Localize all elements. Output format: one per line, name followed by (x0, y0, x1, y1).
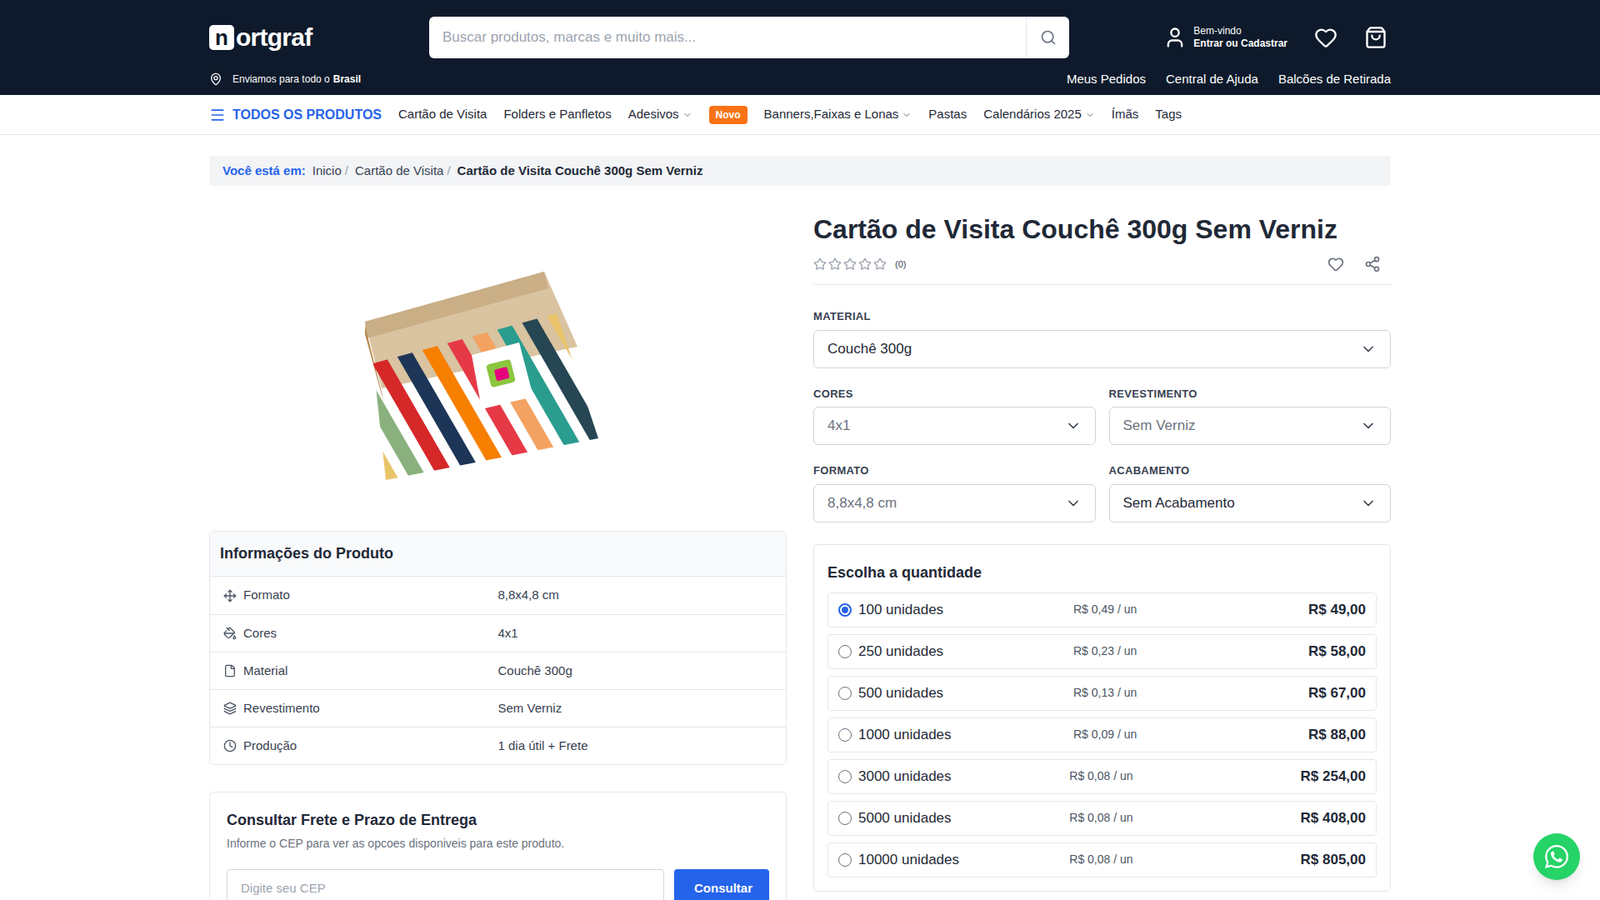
product-gallery (209, 212, 787, 531)
star-icon (813, 257, 827, 271)
breadcrumb-item: Cartão de Visita Couchê 300g Sem Verniz (457, 161, 704, 181)
quantity-option[interactable]: 10000 unidadesR$ 0,08 / unR$ 805,00 (827, 842, 1377, 878)
radio[interactable] (838, 728, 852, 742)
share-icon[interactable] (1364, 255, 1381, 273)
nav-item[interactable]: Banners,Faixas e Lonas (764, 105, 913, 125)
consult-button[interactable]: Consultar (674, 869, 770, 900)
chevron-down-icon (1065, 417, 1082, 435)
menu-icon (209, 106, 226, 124)
nav-item[interactable]: Cartão de Visita (398, 105, 487, 125)
format-icon (223, 589, 237, 603)
shipping-card: Consultar Frete e Prazo de EntregaInform… (209, 791, 787, 900)
radio[interactable] (838, 770, 852, 784)
page: nortgrafBuscar produtos, marcas e muito … (0, 0, 1600, 900)
product-option: FORMATO 8,8x4,8 cm (813, 462, 1096, 523)
chevron-down-icon (1360, 495, 1377, 512)
chevron-down-icon (901, 110, 912, 120)
shipping-info: Enviamos para todo oBrasil (209, 71, 361, 87)
radio[interactable] (838, 603, 852, 617)
quantity-option[interactable]: 250 unidadesR$ 0,23 / unR$ 58,00 (827, 634, 1377, 670)
option-label: REVESTIMENTO (1109, 385, 1392, 403)
breadcrumb: Você está em:Inicio/Cartão de Visita/Car… (209, 155, 1391, 186)
nav-item[interactable]: Folders e Panfletos (503, 105, 611, 125)
star-icon (843, 257, 857, 271)
material-option: MATERIAL Couchê 300g (813, 308, 1391, 369)
radio[interactable] (838, 811, 852, 825)
option-label: CORES (813, 385, 1096, 403)
info-row: Formato8,8x4,8 cm (210, 576, 786, 615)
production-icon (223, 739, 237, 753)
nav-item[interactable]: Tags (1155, 105, 1182, 125)
option-select[interactable]: Couchê 300g (813, 330, 1391, 369)
product-option: REVESTIMENTO Sem Verniz (1109, 385, 1392, 446)
radio[interactable] (838, 686, 852, 700)
whatsapp-button[interactable] (1533, 833, 1580, 880)
radio[interactable] (838, 645, 852, 659)
whatsapp-icon (1543, 843, 1570, 870)
star-icon (873, 257, 887, 271)
cart-icon[interactable] (1364, 25, 1388, 50)
option-label: ACABAMENTO (1109, 462, 1392, 480)
account[interactable]: Bem-vindoEntrar ou Cadastrar (1163, 25, 1288, 50)
logo[interactable]: nortgraf (209, 25, 430, 50)
radio[interactable] (838, 853, 852, 867)
breadcrumb-item[interactable]: Cartão de Visita/ (355, 161, 451, 181)
nav-item[interactable]: Calendários 2025 (983, 105, 1095, 125)
option-select[interactable]: Sem Acabamento (1109, 484, 1392, 523)
star-icon (858, 257, 872, 271)
info-row: Cores4x1 (210, 614, 786, 652)
user-icon (1163, 25, 1187, 50)
quantity-option[interactable]: 5000 unidadesR$ 0,08 / unR$ 408,00 (827, 800, 1377, 836)
product-image (348, 263, 649, 480)
quantity-option[interactable]: 500 unidadesR$ 0,13 / unR$ 67,00 (827, 675, 1377, 711)
info-card: Informações do Produto Formato8,8x4,8 cmC… (209, 530, 787, 765)
header-link[interactable]: Meus Pedidos (1066, 70, 1146, 90)
search-bar[interactable]: Buscar produtos, marcas e muito mais... (429, 16, 1070, 59)
product-option: CORES 4x1 (813, 385, 1096, 446)
info-title: Informações do Produto (220, 542, 394, 565)
colors-icon (223, 626, 237, 640)
nav-item[interactable]: Adesivos (628, 105, 693, 125)
option-label: FORMATO (813, 462, 1096, 480)
quantity-option[interactable]: 3000 unidadesR$ 0,08 / unR$ 254,00 (827, 759, 1377, 795)
header-link[interactable]: Central de Ajuda (1165, 70, 1259, 90)
quantity-option[interactable]: 100 unidadesR$ 0,49 / unR$ 49,00 (827, 592, 1377, 628)
quantity-title: Escolha a quantidade (827, 561, 1377, 585)
rating: (0) (813, 257, 906, 272)
chevron-down-icon (1065, 495, 1082, 512)
quantity-card: Escolha a quantidade 100 unidadesR$ 0,49 … (813, 544, 1391, 892)
option-select[interactable]: 4x1 (813, 406, 1096, 445)
header-link[interactable]: Balcões de Retirada (1278, 70, 1391, 90)
product-option: ACABAMENTO Sem Acabamento (1109, 462, 1392, 523)
star-icon (828, 257, 842, 271)
product-title: Cartão de Visita Couchê 300g Sem Verniz (813, 212, 1391, 246)
option-select[interactable]: 8,8x4,8 cm (813, 484, 1096, 523)
chevron-down-icon (1360, 417, 1377, 435)
cep-input[interactable]: Digite seu CEP (226, 869, 665, 900)
option-select[interactable]: Sem Verniz (1109, 406, 1392, 445)
nav-item[interactable]: Pastas (928, 105, 967, 125)
favorite-icon[interactable] (1327, 255, 1345, 273)
search-icon[interactable] (1040, 29, 1057, 46)
chevron-down-icon (1360, 340, 1377, 358)
category-nav: TODOS OS PRODUTOS Cartão de Visita Folders… (0, 95, 1600, 135)
material-icon (223, 664, 237, 678)
new-badge: Novo (709, 105, 748, 125)
info-row: RevestimentoSem Verniz (210, 689, 786, 727)
option-label: MATERIAL (813, 308, 1391, 325)
info-row: MaterialCouchê 300g (210, 651, 786, 690)
chevron-down-icon (1085, 110, 1095, 120)
search-input[interactable]: Buscar produtos, marcas e muito mais... (429, 26, 1026, 49)
heart-icon[interactable] (1314, 25, 1338, 50)
nav-item[interactable]: Ímãs (1111, 105, 1140, 125)
coating-icon (223, 701, 237, 715)
chevron-down-icon (682, 110, 693, 120)
info-row: Produção1 dia útil + Frete (210, 726, 786, 765)
header: nortgrafBuscar produtos, marcas e muito … (0, 0, 1600, 95)
location-icon (209, 72, 223, 86)
all-products-button[interactable]: TODOS OS PRODUTOS (209, 105, 382, 125)
breadcrumb-item[interactable]: Inicio/ (312, 161, 349, 181)
quantity-option[interactable]: 1000 unidadesR$ 0,09 / unR$ 88,00 (827, 717, 1377, 753)
